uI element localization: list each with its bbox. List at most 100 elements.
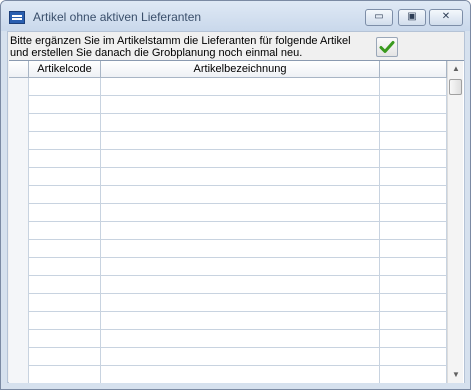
cell-extra[interactable] — [380, 276, 447, 294]
close-button[interactable]: ✕ — [429, 9, 463, 26]
cell-artikelcode[interactable] — [29, 348, 101, 366]
table-row[interactable] — [9, 348, 447, 366]
cell-artikelbezeichnung[interactable] — [101, 132, 380, 150]
table-row[interactable] — [9, 276, 447, 294]
cell-extra[interactable] — [380, 186, 447, 204]
scroll-thumb[interactable] — [449, 79, 462, 95]
cell-artikelbezeichnung[interactable] — [101, 348, 380, 366]
cell-artikelcode[interactable] — [29, 294, 101, 312]
table-row[interactable] — [9, 330, 447, 348]
cell-artikelbezeichnung[interactable] — [101, 78, 380, 96]
table-row[interactable] — [9, 366, 447, 383]
cell-artikelbezeichnung[interactable] — [101, 366, 380, 383]
table-row[interactable] — [9, 222, 447, 240]
table-window-icon — [9, 11, 25, 24]
row-selector[interactable] — [9, 96, 29, 114]
cell-artikelbezeichnung[interactable] — [101, 330, 380, 348]
cell-extra[interactable] — [380, 240, 447, 258]
table-row[interactable] — [9, 258, 447, 276]
row-selector[interactable] — [9, 222, 29, 240]
row-selector[interactable] — [9, 366, 29, 383]
column-header-extra[interactable] — [380, 61, 447, 78]
cell-artikelcode[interactable] — [29, 330, 101, 348]
table-row[interactable] — [9, 186, 447, 204]
cell-artikelcode[interactable] — [29, 366, 101, 383]
cell-artikelcode[interactable] — [29, 96, 101, 114]
cell-extra[interactable] — [380, 204, 447, 222]
row-selector[interactable] — [9, 294, 29, 312]
cell-artikelcode[interactable] — [29, 222, 101, 240]
row-selector[interactable] — [9, 258, 29, 276]
row-selector[interactable] — [9, 312, 29, 330]
cell-extra[interactable] — [380, 114, 447, 132]
cell-artikelcode[interactable] — [29, 258, 101, 276]
cell-artikelcode[interactable] — [29, 78, 101, 96]
table-row[interactable] — [9, 240, 447, 258]
cell-artikelcode[interactable] — [29, 150, 101, 168]
row-selector[interactable] — [9, 276, 29, 294]
row-selector[interactable] — [9, 330, 29, 348]
cell-artikelbezeichnung[interactable] — [101, 150, 380, 168]
cell-artikelcode[interactable] — [29, 312, 101, 330]
cell-artikelcode[interactable] — [29, 168, 101, 186]
cell-artikelbezeichnung[interactable] — [101, 186, 380, 204]
grid-rows — [9, 78, 447, 383]
cell-artikelcode[interactable] — [29, 204, 101, 222]
column-header-artikelcode[interactable]: Artikelcode — [29, 61, 101, 78]
cell-extra[interactable] — [380, 78, 447, 96]
row-selector[interactable] — [9, 186, 29, 204]
table-row[interactable] — [9, 114, 447, 132]
cell-artikelbezeichnung[interactable] — [101, 258, 380, 276]
cell-extra[interactable] — [380, 366, 447, 383]
cell-extra[interactable] — [380, 132, 447, 150]
scroll-up-arrow-icon[interactable]: ▲ — [448, 61, 464, 77]
cell-artikelbezeichnung[interactable] — [101, 294, 380, 312]
maximize-button[interactable]: ▣ — [398, 9, 426, 26]
row-selector[interactable] — [9, 168, 29, 186]
cell-extra[interactable] — [380, 150, 447, 168]
table-row[interactable] — [9, 132, 447, 150]
cell-artikelbezeichnung[interactable] — [101, 168, 380, 186]
table-row[interactable] — [9, 204, 447, 222]
row-selector[interactable] — [9, 240, 29, 258]
cell-extra[interactable] — [380, 258, 447, 276]
title-bar[interactable]: Artikel ohne aktiven Lieferanten ▭ ▣ ✕ — [1, 1, 470, 31]
column-header-selector[interactable] — [9, 61, 29, 78]
cell-artikelcode[interactable] — [29, 114, 101, 132]
row-selector[interactable] — [9, 348, 29, 366]
row-selector[interactable] — [9, 114, 29, 132]
row-selector[interactable] — [9, 78, 29, 96]
table-row[interactable] — [9, 78, 447, 96]
row-selector[interactable] — [9, 132, 29, 150]
cell-artikelcode[interactable] — [29, 276, 101, 294]
table-row[interactable] — [9, 150, 447, 168]
cell-extra[interactable] — [380, 168, 447, 186]
vertical-scrollbar[interactable]: ▲ ▼ — [447, 61, 463, 383]
confirm-button[interactable] — [376, 37, 398, 57]
table-row[interactable] — [9, 294, 447, 312]
cell-artikelbezeichnung[interactable] — [101, 96, 380, 114]
row-selector[interactable] — [9, 150, 29, 168]
minimize-button[interactable]: ▭ — [365, 9, 393, 26]
cell-artikelcode[interactable] — [29, 240, 101, 258]
cell-artikelcode[interactable] — [29, 132, 101, 150]
cell-artikelbezeichnung[interactable] — [101, 276, 380, 294]
cell-artikelcode[interactable] — [29, 186, 101, 204]
cell-artikelbezeichnung[interactable] — [101, 114, 380, 132]
cell-extra[interactable] — [380, 222, 447, 240]
cell-artikelbezeichnung[interactable] — [101, 240, 380, 258]
table-row[interactable] — [9, 312, 447, 330]
row-selector[interactable] — [9, 204, 29, 222]
cell-extra[interactable] — [380, 330, 447, 348]
column-header-artikelbezeichnung[interactable]: Artikelbezeichnung — [101, 61, 380, 78]
cell-artikelbezeichnung[interactable] — [101, 312, 380, 330]
scroll-down-arrow-icon[interactable]: ▼ — [448, 367, 464, 383]
cell-extra[interactable] — [380, 294, 447, 312]
cell-artikelbezeichnung[interactable] — [101, 222, 380, 240]
table-row[interactable] — [9, 96, 447, 114]
cell-extra[interactable] — [380, 96, 447, 114]
cell-extra[interactable] — [380, 312, 447, 330]
table-row[interactable] — [9, 168, 447, 186]
cell-artikelbezeichnung[interactable] — [101, 204, 380, 222]
cell-extra[interactable] — [380, 348, 447, 366]
